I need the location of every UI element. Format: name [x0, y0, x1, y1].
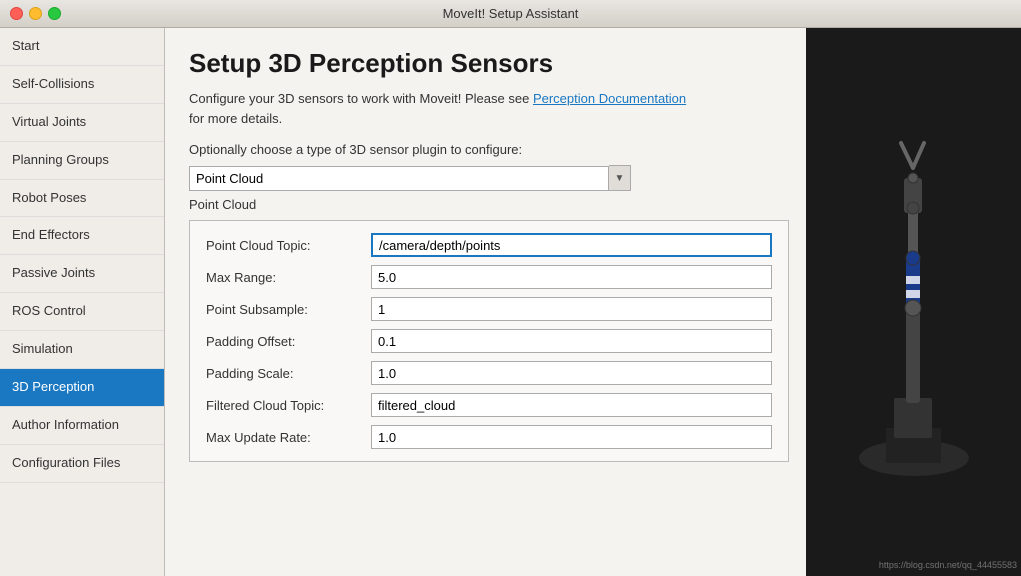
- sidebar-item-ros-control[interactable]: ROS Control: [0, 293, 164, 331]
- sidebar-item-start[interactable]: Start: [0, 28, 164, 66]
- form-row: Max Range:: [206, 265, 772, 289]
- sidebar-scroll-area[interactable]: StartSelf-CollisionsVirtual JointsPlanni…: [0, 28, 164, 576]
- form-label-6: Max Update Rate:: [206, 430, 371, 445]
- sidebar: StartSelf-CollisionsVirtual JointsPlanni…: [0, 28, 165, 576]
- sidebar-item-planning-groups[interactable]: Planning Groups: [0, 142, 164, 180]
- description-text2: for more details.: [189, 111, 282, 126]
- form-row: Max Update Rate:: [206, 425, 772, 449]
- form-label-4: Padding Scale:: [206, 366, 371, 381]
- form-input-6[interactable]: [371, 425, 772, 449]
- watermark: https://blog.csdn.net/qq_44455583: [879, 560, 1017, 570]
- main-container: StartSelf-CollisionsVirtual JointsPlanni…: [0, 28, 1021, 576]
- sidebar-item-self-collisions[interactable]: Self-Collisions: [0, 66, 164, 104]
- point-cloud-section-label: Point Cloud: [189, 197, 782, 212]
- page-title: Setup 3D Perception Sensors: [189, 48, 782, 79]
- sidebar-item-robot-poses[interactable]: Robot Poses: [0, 180, 164, 218]
- optionally-label: Optionally choose a type of 3D sensor pl…: [189, 142, 782, 157]
- minimize-button[interactable]: [29, 7, 42, 20]
- 3d-viewport: https://blog.csdn.net/qq_44455583: [806, 28, 1021, 576]
- perception-docs-link[interactable]: Perception Documentation: [533, 91, 686, 106]
- robot-visualization: [806, 28, 1021, 576]
- sidebar-item-author-information[interactable]: Author Information: [0, 407, 164, 445]
- form-label-3: Padding Offset:: [206, 334, 371, 349]
- form-label-5: Filtered Cloud Topic:: [206, 398, 371, 413]
- maximize-button[interactable]: [48, 7, 61, 20]
- form-label-2: Point Subsample:: [206, 302, 371, 317]
- sensor-type-select[interactable]: Point Cloud Depth Map None: [189, 166, 609, 191]
- description-text1: Configure your 3D sensors to work with M…: [189, 91, 533, 106]
- sidebar-item-3d-perception[interactable]: 3D Perception: [0, 369, 164, 407]
- close-button[interactable]: [10, 7, 23, 20]
- form-box: Point Cloud Topic: Max Range: Point Subsam…: [189, 220, 789, 462]
- form-input-1[interactable]: [371, 265, 772, 289]
- form-input-2[interactable]: [371, 297, 772, 321]
- sidebar-item-configuration-files[interactable]: Configuration Files: [0, 445, 164, 483]
- form-row: Padding Offset:: [206, 329, 772, 353]
- form-row: Filtered Cloud Topic:: [206, 393, 772, 417]
- sensor-type-row: Point Cloud Depth Map None ▼: [189, 165, 782, 191]
- form-input-0[interactable]: [371, 233, 772, 257]
- sidebar-item-passive-joints[interactable]: Passive Joints: [0, 255, 164, 293]
- form-input-3[interactable]: [371, 329, 772, 353]
- form-label-1: Max Range:: [206, 270, 371, 285]
- sidebar-item-virtual-joints[interactable]: Virtual Joints: [0, 104, 164, 142]
- title-bar: MoveIt! Setup Assistant: [0, 0, 1021, 28]
- form-label-0: Point Cloud Topic:: [206, 238, 371, 253]
- form-row: Point Cloud Topic:: [206, 233, 772, 257]
- form-row: Point Subsample:: [206, 297, 772, 321]
- content-area: Setup 3D Perception Sensors Configure yo…: [165, 28, 806, 576]
- form-row: Padding Scale:: [206, 361, 772, 385]
- sidebar-item-end-effectors[interactable]: End Effectors: [0, 217, 164, 255]
- form-input-5[interactable]: [371, 393, 772, 417]
- sidebar-item-simulation[interactable]: Simulation: [0, 331, 164, 369]
- description: Configure your 3D sensors to work with M…: [189, 89, 782, 128]
- traffic-lights: [10, 7, 61, 20]
- select-arrow-icon[interactable]: ▼: [609, 165, 631, 191]
- window-title: MoveIt! Setup Assistant: [443, 6, 579, 21]
- form-input-4[interactable]: [371, 361, 772, 385]
